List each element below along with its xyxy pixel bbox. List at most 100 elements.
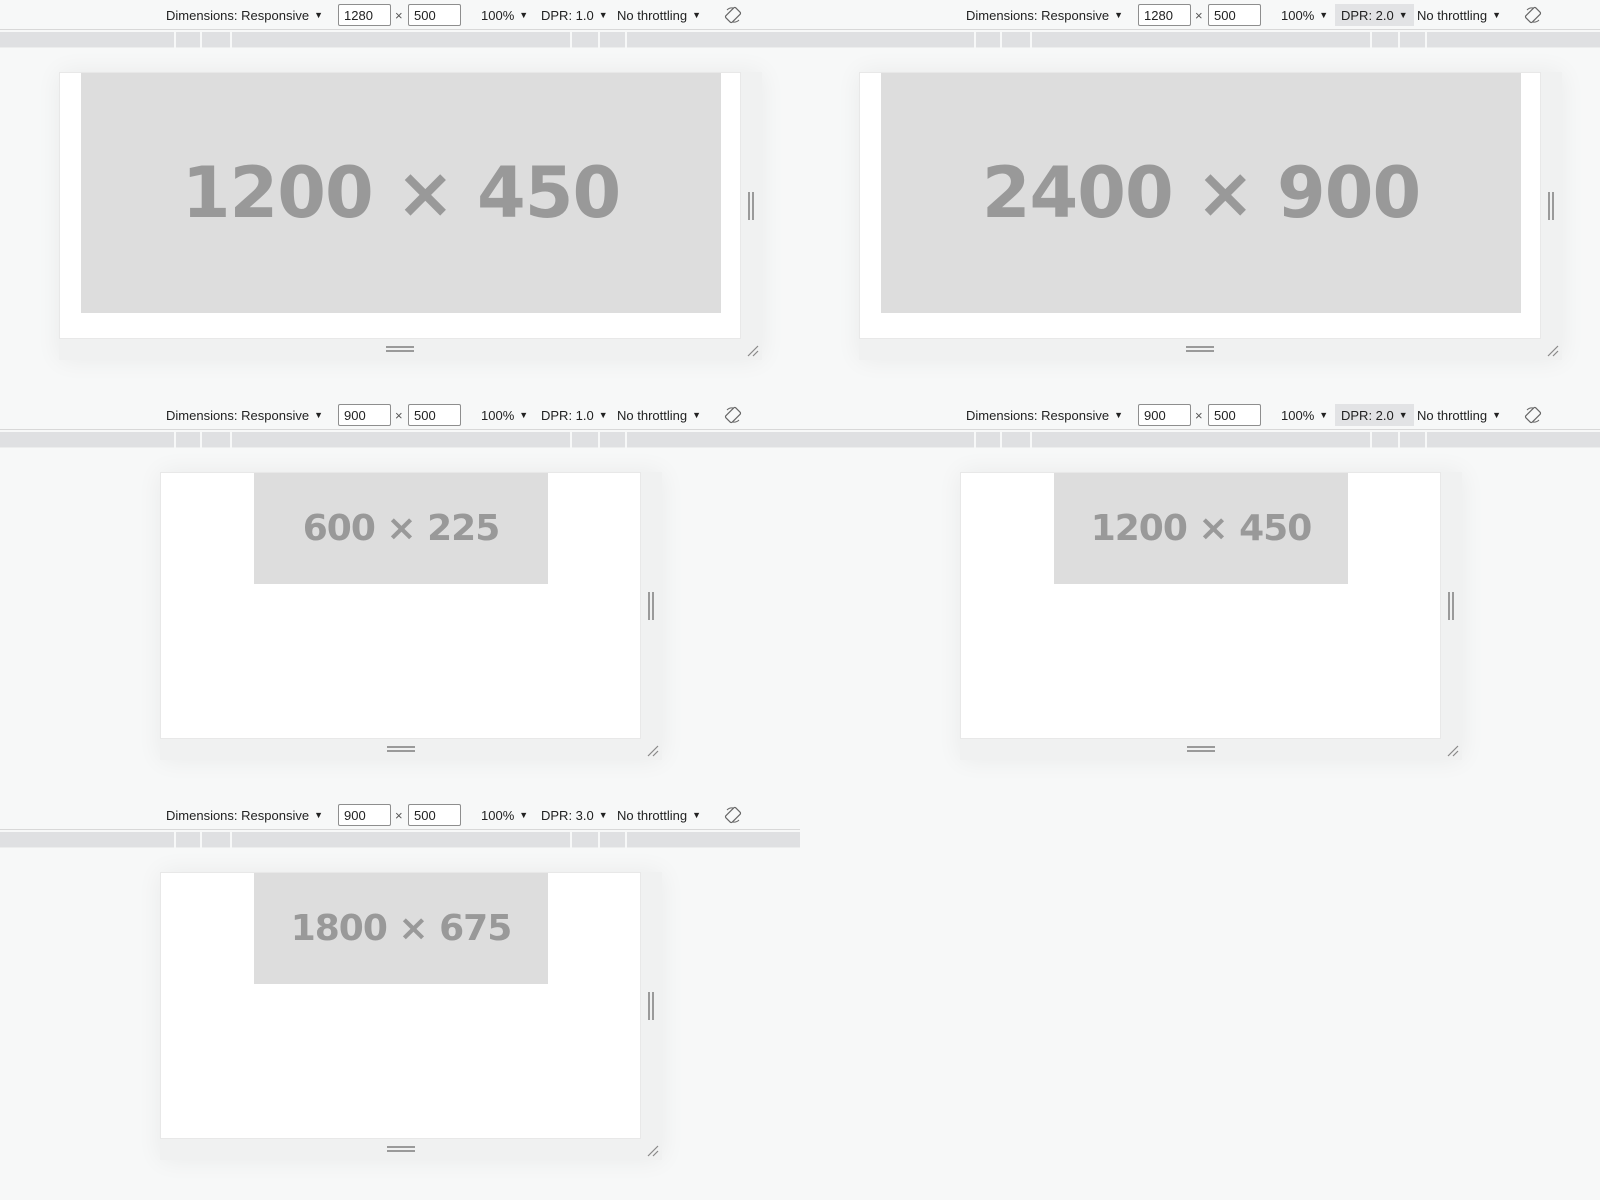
height-input[interactable]	[408, 804, 461, 826]
emulated-viewport: 1200 × 450	[960, 472, 1441, 739]
times-separator: ×	[1195, 408, 1203, 423]
ruler-breakpoint-mark	[1370, 432, 1372, 448]
caret-down-icon: ▼	[519, 410, 529, 420]
ruler-breakpoint-mark	[230, 32, 232, 48]
zoom-dropdown[interactable]: 100% ▼	[1275, 404, 1334, 426]
zoom-dropdown[interactable]: 100% ▼	[475, 804, 534, 826]
ruler-breakpoint-mark	[200, 32, 202, 48]
dpr-dropdown[interactable]: DPR: 2.0 ▼	[1335, 4, 1414, 26]
zoom-dropdown[interactable]: 100% ▼	[1275, 4, 1334, 26]
bottom-resize-handle[interactable]	[386, 746, 415, 752]
dimensions-label: Dimensions: Responsive	[166, 407, 310, 423]
ruler-breakpoint-mark	[230, 832, 232, 848]
emulated-viewport: 2400 × 900	[859, 72, 1541, 339]
dimensions-label: Dimensions: Responsive	[166, 7, 310, 23]
dpr-label: DPR: 3.0	[541, 807, 594, 823]
media-query-ruler[interactable]	[0, 832, 800, 848]
dpr-dropdown[interactable]: DPR: 1.0 ▼	[535, 404, 614, 426]
media-query-ruler[interactable]	[0, 432, 800, 448]
ruler-breakpoint-mark	[570, 432, 572, 448]
right-resize-handle[interactable]	[748, 192, 754, 220]
throttling-dropdown[interactable]: No throttling ▼	[611, 4, 707, 26]
rotate-icon[interactable]	[1524, 406, 1542, 424]
device-toolbar: Dimensions: Responsive▼×100%▼DPR: 2.0▼No…	[800, 0, 1600, 30]
zoom-label: 100%	[481, 407, 515, 423]
width-input[interactable]	[338, 404, 391, 426]
throttling-label: No throttling	[1417, 407, 1488, 423]
caret-down-icon: ▼	[692, 810, 702, 820]
corner-resize-handle[interactable]	[646, 744, 660, 758]
dimensions-label: Dimensions: Responsive	[166, 807, 310, 823]
throttling-dropdown[interactable]: No throttling ▼	[611, 804, 707, 826]
rotate-icon[interactable]	[724, 806, 742, 824]
rotate-icon[interactable]	[724, 6, 742, 24]
placeholder-dimensions-text: 1200 × 450	[181, 152, 621, 234]
dimensions-dropdown[interactable]: Dimensions: Responsive ▼	[160, 404, 329, 426]
ruler-breakpoint-mark	[598, 432, 600, 448]
ruler-breakpoint-mark	[974, 32, 976, 48]
dpr-dropdown[interactable]: DPR: 2.0 ▼	[1335, 404, 1414, 426]
placeholder-image: 1200 × 450	[81, 73, 721, 313]
width-input[interactable]	[1138, 404, 1191, 426]
caret-down-icon: ▼	[692, 10, 702, 20]
media-query-ruler[interactable]	[800, 32, 1600, 48]
dimensions-dropdown[interactable]: Dimensions: Responsive ▼	[160, 804, 329, 826]
throttling-dropdown[interactable]: No throttling ▼	[611, 404, 707, 426]
height-input[interactable]	[1208, 4, 1261, 26]
corner-resize-handle[interactable]	[646, 1144, 660, 1158]
zoom-dropdown[interactable]: 100% ▼	[475, 4, 534, 26]
dimensions-dropdown[interactable]: Dimensions: Responsive ▼	[160, 4, 329, 26]
device-frame: 1800 × 675	[160, 872, 662, 1160]
height-input[interactable]	[408, 404, 461, 426]
bottom-resize-handle[interactable]	[386, 346, 414, 352]
height-input[interactable]	[1208, 404, 1261, 426]
bottom-resize-handle[interactable]	[1186, 746, 1215, 752]
right-resize-handle[interactable]	[648, 592, 654, 620]
ruler-breakpoint-mark	[174, 432, 176, 448]
caret-down-icon: ▼	[1114, 410, 1123, 420]
dimensions-label: Dimensions: Responsive	[966, 7, 1110, 23]
device-emulation-panel: Dimensions: Responsive▼×100%▼DPR: 1.0▼No…	[0, 0, 800, 392]
height-input[interactable]	[408, 4, 461, 26]
corner-resize-handle[interactable]	[1446, 744, 1460, 758]
dimensions-dropdown[interactable]: Dimensions: Responsive ▼	[960, 404, 1129, 426]
dimensions-dropdown[interactable]: Dimensions: Responsive ▼	[960, 4, 1129, 26]
corner-resize-handle[interactable]	[746, 344, 760, 358]
dpr-label: DPR: 2.0	[1341, 407, 1394, 423]
corner-resize-handle[interactable]	[1546, 344, 1560, 358]
caret-down-icon: ▼	[1319, 410, 1329, 420]
caret-down-icon: ▼	[1319, 10, 1329, 20]
bottom-resize-handle[interactable]	[386, 1146, 415, 1152]
right-resize-handle[interactable]	[1548, 192, 1554, 220]
throttling-dropdown[interactable]: No throttling ▼	[1411, 4, 1507, 26]
placeholder-dimensions-text: 1800 × 675	[290, 908, 513, 949]
width-input[interactable]	[338, 4, 391, 26]
ruler-breakpoint-mark	[1425, 432, 1427, 448]
dpr-dropdown[interactable]: DPR: 3.0 ▼	[535, 804, 614, 826]
width-input[interactable]	[1138, 4, 1191, 26]
dimensions-label: Dimensions: Responsive	[966, 407, 1110, 423]
device-frame: 1200 × 450	[59, 72, 762, 360]
caret-down-icon: ▼	[314, 810, 323, 820]
ruler-breakpoint-mark	[1000, 32, 1002, 48]
rotate-icon[interactable]	[724, 406, 742, 424]
caret-down-icon: ▼	[598, 10, 608, 20]
zoom-label: 100%	[1281, 407, 1315, 423]
throttling-dropdown[interactable]: No throttling ▼	[1411, 404, 1507, 426]
media-query-ruler[interactable]	[0, 32, 800, 48]
media-query-ruler[interactable]	[800, 432, 1600, 448]
right-resize-handle[interactable]	[648, 992, 654, 1020]
caret-down-icon: ▼	[598, 810, 608, 820]
ruler-breakpoint-mark	[1370, 32, 1372, 48]
ruler-breakpoint-mark	[174, 32, 176, 48]
caret-down-icon: ▼	[1398, 410, 1408, 420]
bottom-resize-handle[interactable]	[1186, 346, 1214, 352]
caret-down-icon: ▼	[598, 410, 608, 420]
device-frame: 600 × 225	[160, 472, 662, 760]
right-resize-handle[interactable]	[1448, 592, 1454, 620]
dpr-dropdown[interactable]: DPR: 1.0 ▼	[535, 4, 614, 26]
width-input[interactable]	[338, 804, 391, 826]
ruler-breakpoint-mark	[625, 832, 627, 848]
rotate-icon[interactable]	[1524, 6, 1542, 24]
zoom-dropdown[interactable]: 100% ▼	[475, 404, 534, 426]
